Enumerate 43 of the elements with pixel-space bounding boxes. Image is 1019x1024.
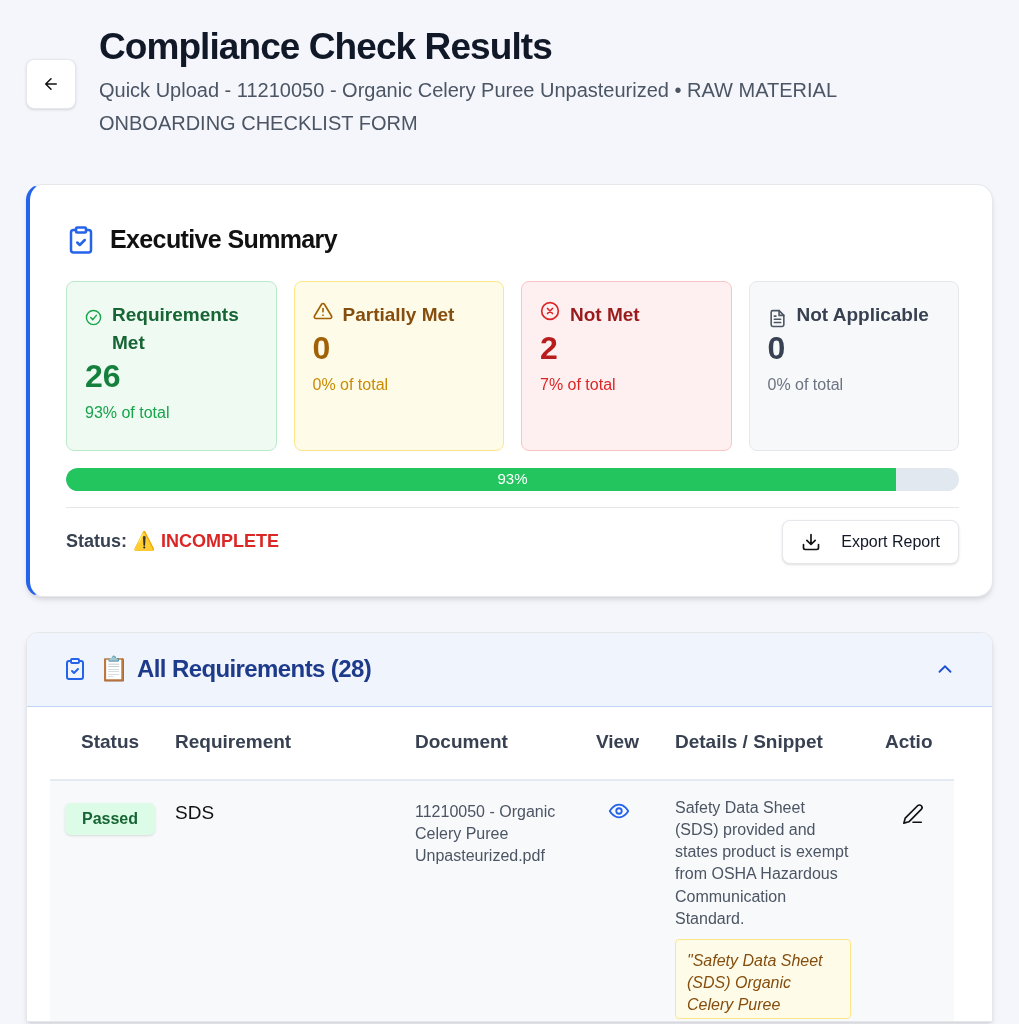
back-arrow-icon	[42, 75, 60, 93]
page-title: Compliance Check Results	[99, 25, 553, 69]
export-report-button[interactable]: Export Report	[782, 519, 959, 564]
stat-share: 0% of total	[767, 374, 845, 395]
column-header: Actio	[885, 731, 933, 753]
clipboard-emoji: 📋	[99, 654, 129, 684]
download-icon	[801, 531, 822, 552]
status-badge: Passed	[65, 802, 156, 835]
stat-share: 93% of total	[85, 402, 171, 423]
column-header: View	[596, 731, 639, 753]
page-subtitle: Quick Upload - 11210050 - Organic Celery Puree Unpasteurized • RAW MATERIAL ONBOARDING CHECKLIST FORM	[99, 78, 838, 136]
stat-value: 2	[540, 328, 559, 368]
status-label: Status:	[66, 530, 127, 553]
stat-label: Partially Met	[342, 302, 455, 327]
column-header: Details / Snippet	[675, 731, 823, 753]
column-header: Requirement	[175, 731, 292, 753]
stat-label: Not Met	[570, 302, 640, 327]
x-circle-icon	[540, 300, 560, 321]
status-value: INCOMPLETE	[161, 530, 280, 553]
snippet-quote: "Safety Data Sheet (SDS) Organic Celery Puree	[675, 939, 851, 1020]
stat-share: 0% of total	[312, 374, 390, 395]
requirements-header[interactable]: 📋 All Requirements (28)	[27, 632, 992, 707]
clipboard-check-icon	[63, 657, 87, 681]
warning-icon: ⚠	[133, 528, 155, 555]
warning-icon	[312, 300, 333, 321]
pencil-icon	[902, 802, 924, 825]
stat-value: 26	[85, 356, 122, 396]
summary-title: Executive Summary	[110, 224, 337, 255]
requirement-cell: SDS	[175, 801, 215, 823]
edit-button[interactable]	[902, 802, 924, 825]
stat-value: 0	[767, 328, 787, 368]
details-text: Safety Data Sheet (SDS) provided and states product is exempt from OSHA Hazardous Communication Standard.	[675, 797, 850, 929]
stat-label: Requirements Met	[112, 302, 240, 355]
stat-label: Not Applicable	[796, 302, 929, 327]
column-header: Document	[415, 731, 508, 753]
document-name: 11210050 - Organic Celery Puree Unpasteurized.pdf	[415, 801, 557, 866]
column-header: Status	[81, 731, 140, 753]
check-circle-icon	[85, 308, 102, 326]
stat-value: 0	[312, 328, 332, 368]
section-title: All Requirements (28)	[137, 654, 372, 684]
document-icon	[767, 308, 787, 328]
progress-reading: 93%	[497, 468, 528, 489]
stat-share: 7% of total	[540, 374, 617, 395]
